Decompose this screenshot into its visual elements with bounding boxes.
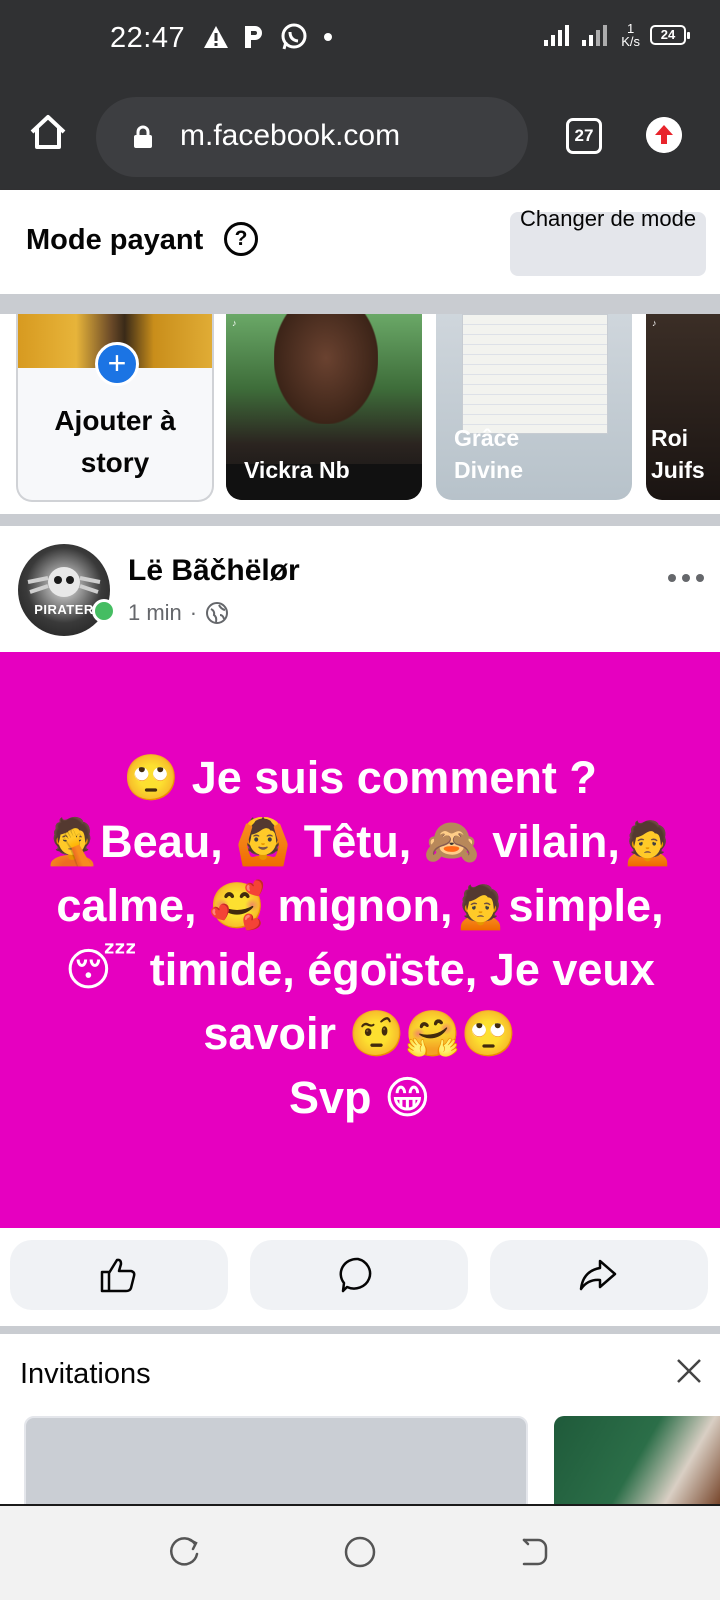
change-mode-button[interactable]: Changer de mode: [510, 206, 706, 276]
divider: [0, 514, 720, 526]
comment-icon: [339, 1257, 372, 1293]
post-time[interactable]: 1 min: [128, 600, 182, 626]
post-header: PIRATER Lë Bãčhëlør 1 min ·: [0, 526, 720, 652]
plus-icon: +: [95, 342, 139, 386]
signal-icon: [544, 25, 570, 46]
more-options-icon[interactable]: [666, 570, 706, 586]
signal-3g-icon: [582, 25, 608, 46]
meta-separator: ·: [189, 600, 198, 625]
like-icon: [100, 1258, 136, 1293]
post-meta: 1 min ·: [128, 600, 229, 626]
add-story-label: Ajouter à story: [54, 405, 176, 478]
share-button[interactable]: [490, 1240, 708, 1310]
avatar[interactable]: PIRATER: [18, 544, 110, 636]
invitations-title: Invitations: [20, 1358, 151, 1390]
share-icon: [579, 1259, 617, 1291]
whatsapp-icon: [281, 23, 307, 50]
story-image: [462, 314, 608, 434]
status-bar: 22:47 1 K/s 24: [0, 0, 720, 80]
online-status-dot: [92, 599, 116, 623]
post-actions: [0, 1228, 720, 1326]
story-name: Vickra Nb: [244, 457, 350, 483]
post-text: 🙄 Je suis comment ? 🤦Beau, 🙆 Têtu, 🙈 vil…: [44, 752, 676, 1123]
like-button[interactable]: [10, 1240, 228, 1310]
invitation-card[interactable]: [554, 1416, 720, 1504]
browser-toolbar: m.facebook.com 27: [0, 80, 720, 190]
stories-carousel[interactable]: + Ajouter à story ♪ Vickra Nb Grâce Divi…: [0, 314, 720, 514]
recents-icon[interactable]: [166, 1534, 202, 1570]
close-icon[interactable]: [676, 1358, 702, 1384]
story-name: Grâce Divine: [454, 425, 524, 483]
system-nav-bar: [0, 1504, 720, 1600]
url-text: m.facebook.com: [180, 119, 401, 152]
story-card[interactable]: Grâce Divine: [436, 314, 632, 500]
dot-icon: [324, 33, 332, 41]
tiktok-icon: ♪: [232, 318, 237, 328]
tabs-button[interactable]: 27: [566, 118, 602, 154]
invitation-card[interactable]: [24, 1416, 528, 1504]
post-content[interactable]: 🙄 Je suis comment ? 🤦Beau, 🙆 Têtu, 🙈 vil…: [0, 652, 720, 1228]
home-nav-icon[interactable]: [342, 1534, 378, 1570]
invitations-section: Invitations: [0, 1334, 720, 1504]
address-bar[interactable]: m.facebook.com: [96, 97, 528, 177]
warning-icon: [204, 26, 228, 48]
story-card[interactable]: ♪ Vickra Nb: [226, 314, 422, 500]
status-time: 22:47: [110, 22, 186, 54]
story-image: [274, 314, 378, 424]
upload-icon[interactable]: [646, 117, 682, 153]
battery-icon: 24: [650, 25, 690, 45]
network-speed: 1 K/s: [621, 21, 640, 49]
tiktok-icon: ♪: [652, 318, 657, 328]
post-author[interactable]: Lë Bãčhëlør: [128, 554, 300, 588]
globe-icon: [206, 602, 229, 624]
story-card[interactable]: ♪ Roi Juifs: [646, 314, 720, 500]
story-name: Roi Juifs: [651, 425, 705, 483]
parking-icon: [245, 26, 262, 48]
mode-title: Mode payant: [26, 224, 204, 256]
add-story-card[interactable]: + Ajouter à story: [16, 314, 214, 502]
help-icon[interactable]: ?: [224, 222, 258, 256]
lock-icon: [134, 125, 152, 148]
divider: [0, 294, 720, 314]
divider: [0, 1326, 720, 1334]
comment-button[interactable]: [250, 1240, 468, 1310]
back-icon[interactable]: [516, 1534, 552, 1570]
data-mode-bar: Mode payant ? Changer de mode: [0, 190, 720, 294]
home-icon[interactable]: [28, 112, 68, 152]
